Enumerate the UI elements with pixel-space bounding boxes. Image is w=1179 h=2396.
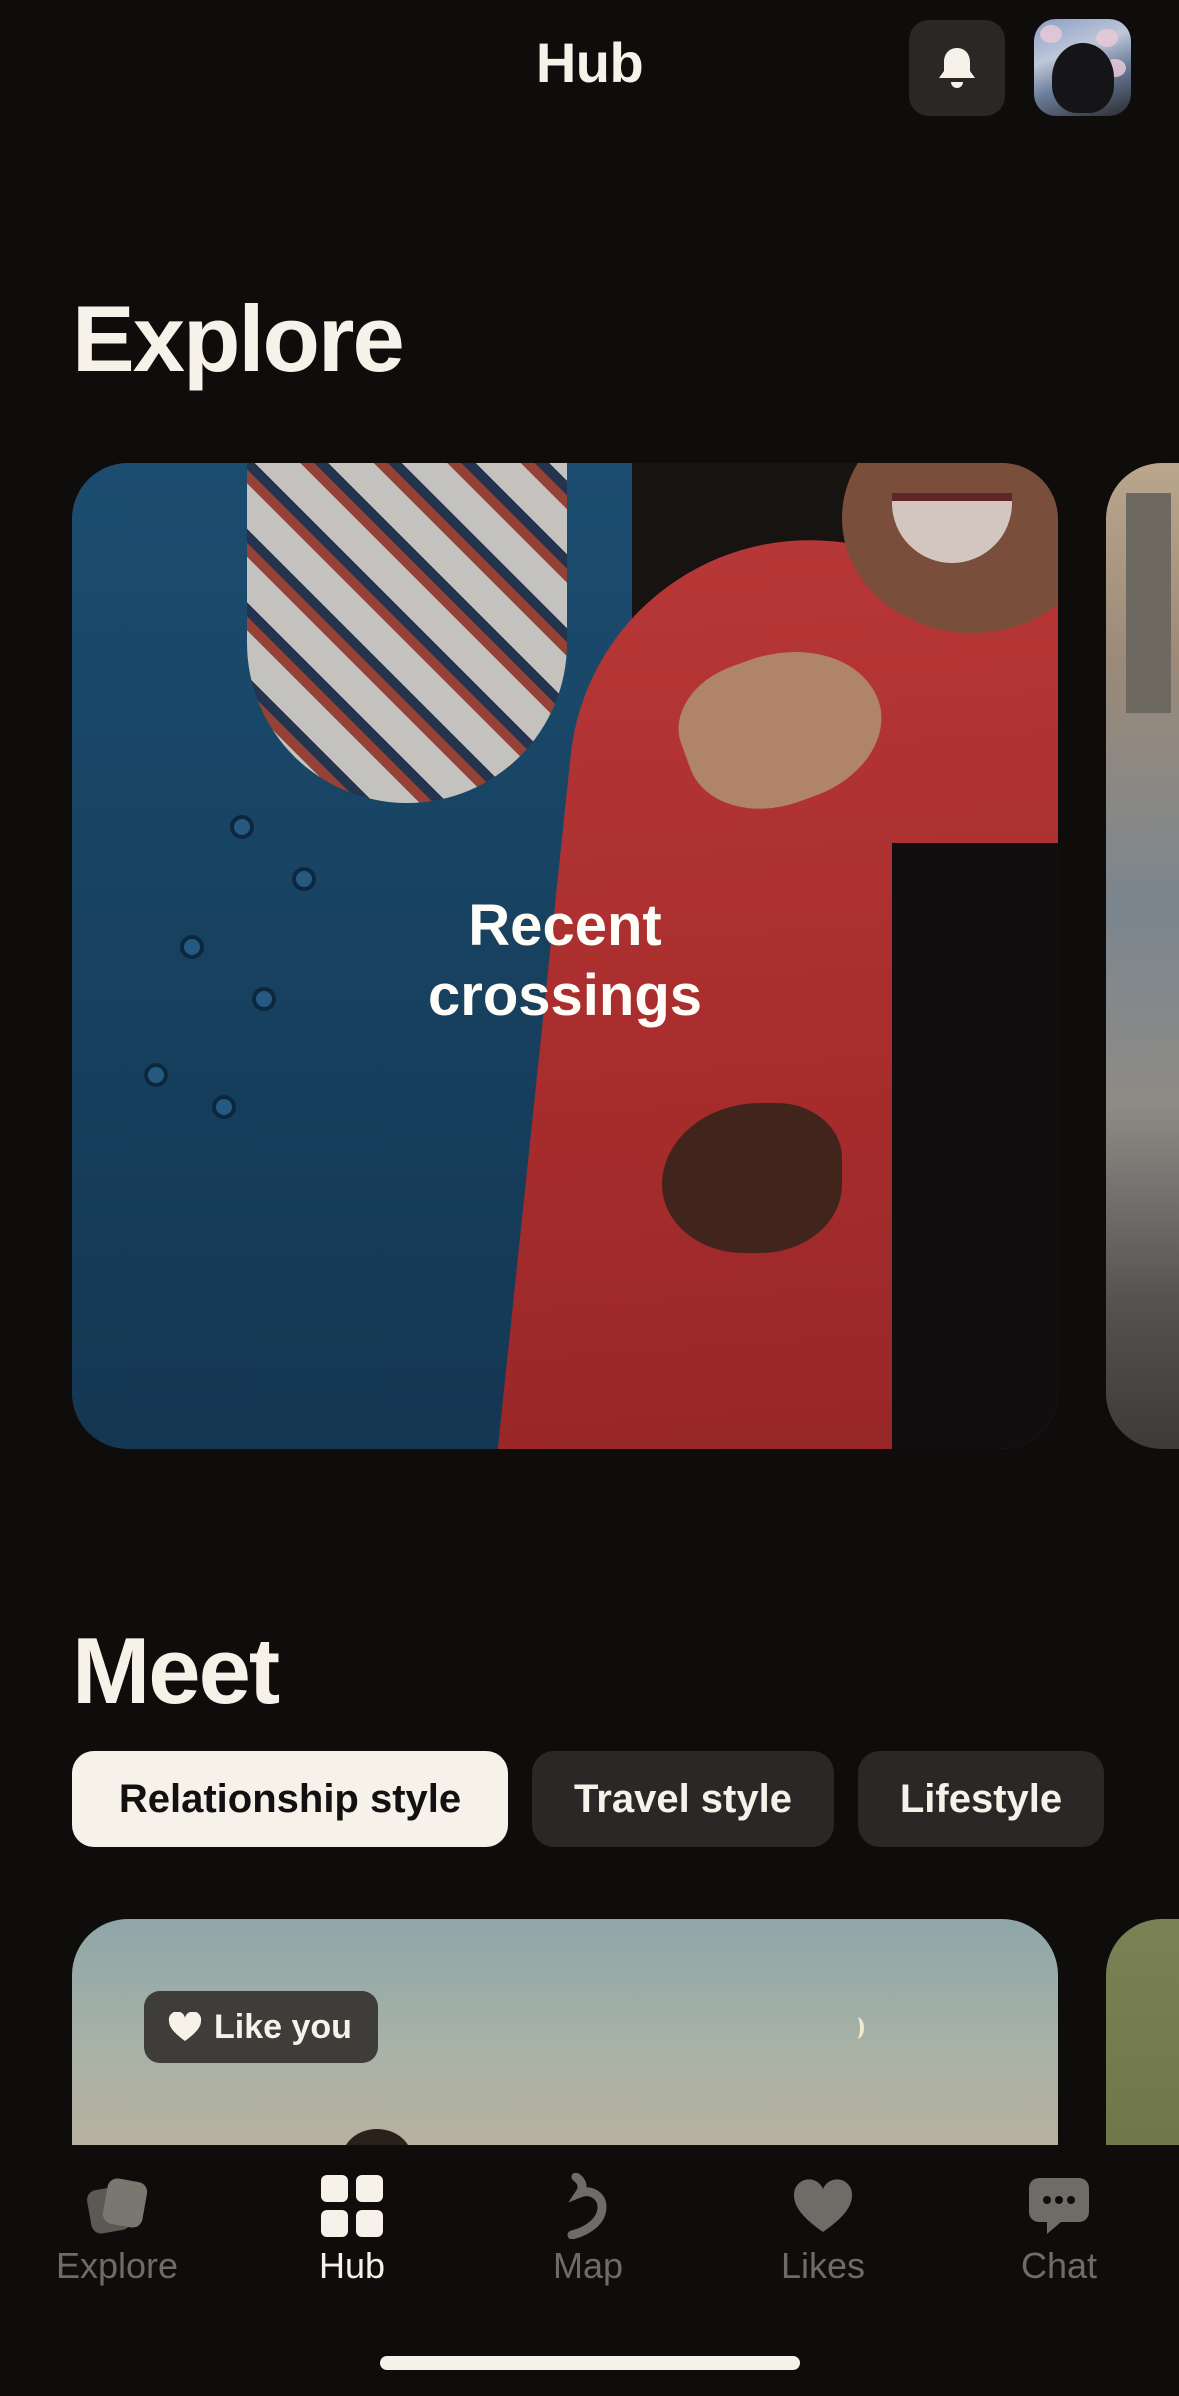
avatar-photo-detail (1096, 29, 1118, 47)
like-you-badge: Like you (144, 1991, 378, 2063)
tab-explore[interactable]: Explore (17, 2145, 217, 2295)
chip-travel-style[interactable]: Travel style (532, 1751, 834, 1847)
card-title-line: crossings (428, 963, 702, 1028)
tab-chat[interactable]: Chat (959, 2145, 1159, 2295)
card-title: Recent crossings (72, 891, 1058, 1031)
card-title-line: Recent (468, 893, 662, 958)
profile-avatar[interactable] (1034, 19, 1131, 116)
avatar-photo-detail (1040, 25, 1062, 43)
tab-label: Chat (1020, 2245, 1098, 2286)
map-icon (553, 2171, 623, 2241)
tab-label: Hub (318, 2245, 386, 2286)
tab-label: Map (552, 2245, 624, 2286)
tab-label: Explore (55, 2245, 179, 2286)
tab-hub[interactable]: Hub (252, 2145, 452, 2295)
chat-icon (1024, 2171, 1094, 2241)
home-indicator[interactable] (380, 2356, 800, 2370)
avatar-silhouette (1052, 43, 1114, 113)
notifications-button[interactable] (909, 20, 1005, 116)
chip-relationship-style[interactable]: Relationship style (72, 1751, 508, 1847)
heart-icon (788, 2171, 858, 2241)
bell-icon (939, 48, 975, 88)
top-bar: Hub (0, 0, 1179, 130)
grid-icon (317, 2171, 387, 2241)
meet-section-title: Meet (72, 1618, 280, 1723)
card-photo-moon (850, 2017, 864, 2039)
card-photo-building (1126, 493, 1171, 713)
heart-icon (168, 2012, 202, 2041)
tab-label: Likes (780, 2245, 866, 2286)
cards-icon (82, 2171, 152, 2241)
recent-crossings-card[interactable]: Recent crossings (72, 463, 1058, 1449)
next-explore-card[interactable] (1106, 463, 1179, 1449)
tab-likes[interactable]: Likes (723, 2145, 923, 2295)
chip-lifestyle[interactable]: Lifestyle (858, 1751, 1104, 1847)
explore-section-title: Explore (72, 286, 405, 391)
badge-label: Like you (214, 2007, 352, 2046)
tab-map[interactable]: Map (488, 2145, 688, 2295)
